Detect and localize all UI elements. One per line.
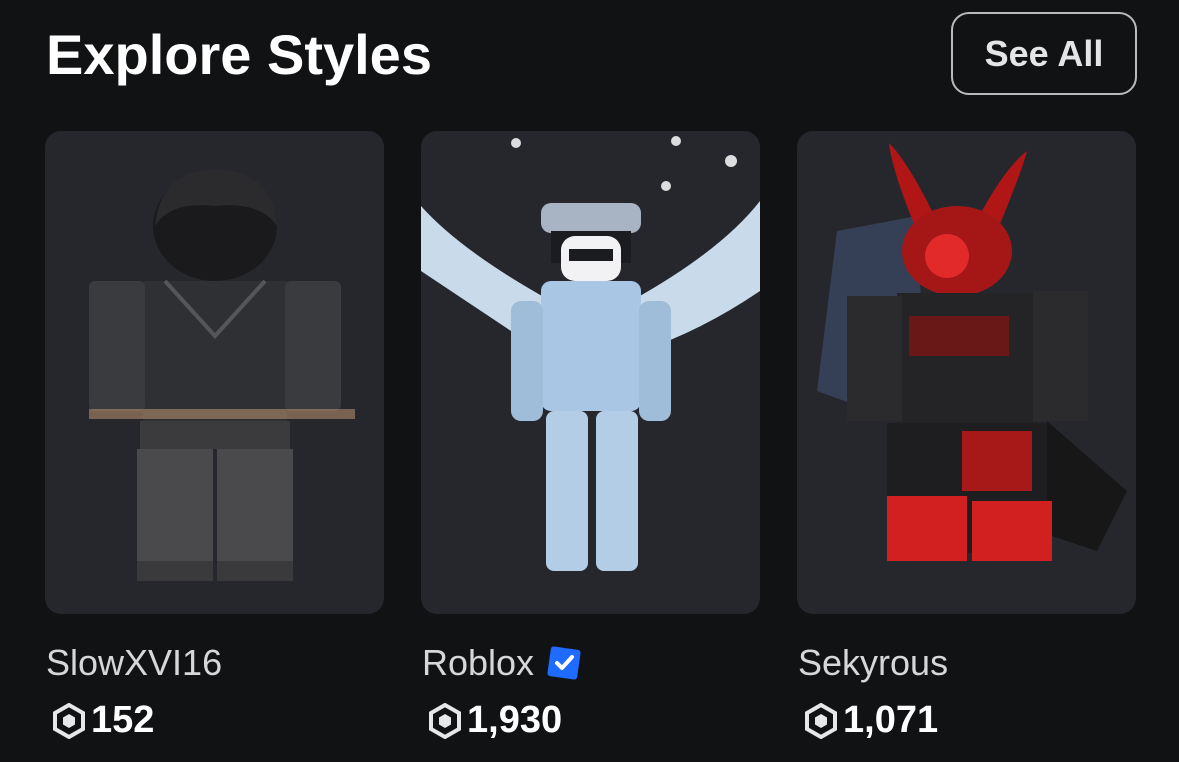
robux-icon [805, 702, 837, 739]
price-value: 1,071 [843, 699, 939, 741]
red-demon-avatar-icon [817, 143, 1127, 561]
price-row: 152 [51, 699, 154, 742]
robux-icon [429, 702, 461, 739]
creator-name[interactable]: Roblox [422, 642, 534, 684]
creator-name-row[interactable]: Roblox [422, 642, 582, 684]
explore-styles-section: Explore Styles See All SlowXVI16 152 Rob… [0, 0, 1179, 762]
style-card[interactable]: Roblox 1,930 [421, 131, 760, 741]
creator-name-row[interactable]: SlowXVI16 [46, 642, 222, 684]
creator-name[interactable]: SlowXVI16 [46, 642, 222, 684]
style-thumbnail[interactable] [45, 131, 384, 614]
style-card[interactable]: Sekyrous 1,071 [797, 131, 1136, 741]
dark-outfit-avatar-icon [89, 169, 355, 581]
style-thumbnail[interactable] [797, 131, 1136, 614]
crystal-angel-avatar-icon [421, 136, 760, 571]
robux-icon [53, 702, 85, 739]
price-row: 1,071 [803, 699, 938, 742]
creator-name[interactable]: Sekyrous [798, 642, 948, 684]
section-title: Explore Styles [46, 23, 432, 86]
style-thumbnail[interactable] [421, 131, 760, 614]
creator-name-row[interactable]: Sekyrous [798, 642, 948, 684]
see-all-button[interactable]: See All [951, 12, 1137, 95]
price-value: 152 [91, 699, 155, 741]
style-card[interactable]: SlowXVI16 152 [45, 131, 384, 741]
price-row: 1,930 [427, 699, 562, 742]
price-value: 1,930 [467, 699, 563, 741]
verified-badge-icon [547, 646, 581, 680]
